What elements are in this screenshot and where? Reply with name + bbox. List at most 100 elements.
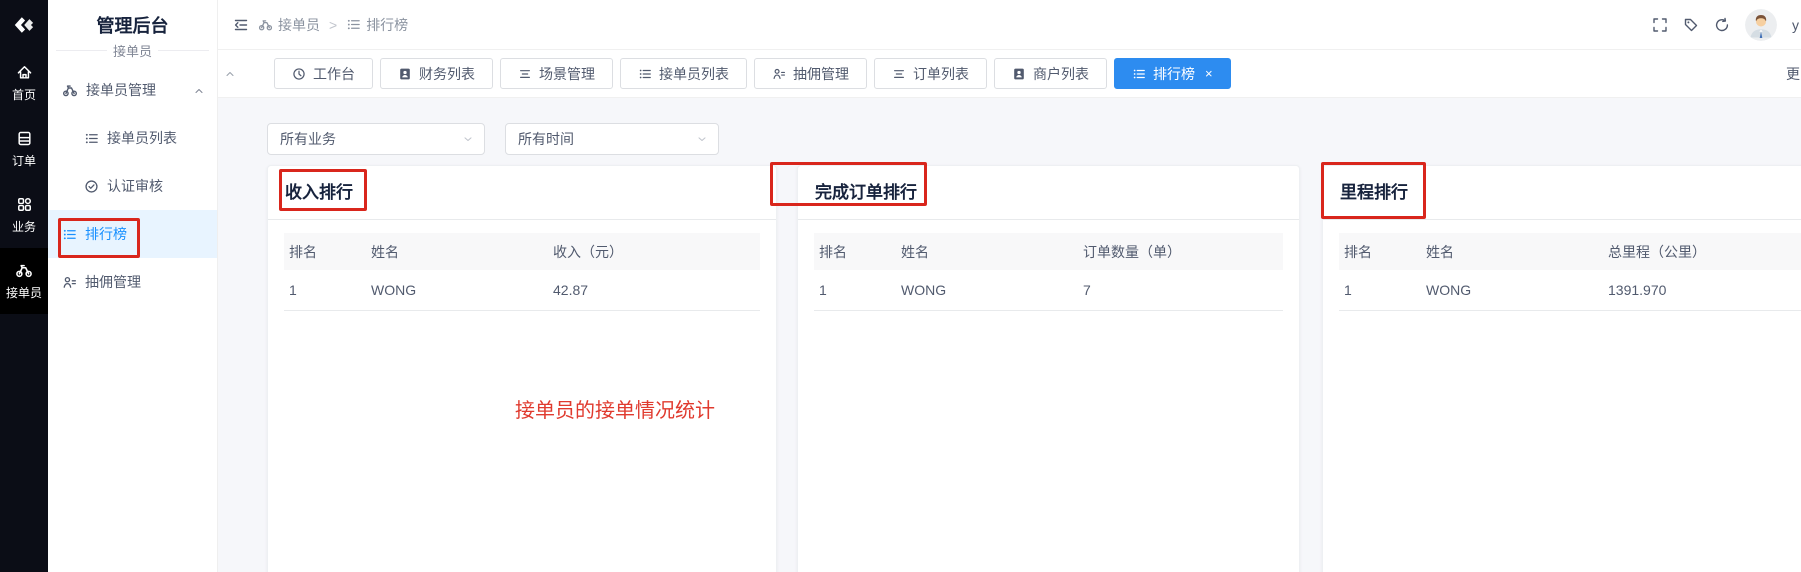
refresh-icon[interactable] bbox=[1714, 17, 1730, 33]
tab-scroll-icon[interactable] bbox=[224, 68, 236, 80]
rank-cell: 1 bbox=[284, 270, 366, 310]
business-filter-select[interactable]: 所有业务 bbox=[267, 123, 485, 155]
rail-item-label: 业务 bbox=[12, 218, 36, 235]
chevron-up-icon bbox=[193, 82, 205, 98]
sidebar-item-courier-list[interactable]: 接单员列表 bbox=[48, 114, 217, 162]
tab-finance-list[interactable]: 财务列表 bbox=[380, 58, 493, 89]
panel-title: 收入排行 bbox=[268, 166, 776, 220]
tab-commission[interactable]: 抽佣管理 bbox=[754, 58, 867, 89]
table-row[interactable]: 1 WONG 7 bbox=[814, 270, 1283, 310]
column-header: 姓名 bbox=[366, 233, 548, 270]
sidebar-item-ranking[interactable]: 排行榜 bbox=[48, 210, 217, 258]
tabs-more[interactable]: 更 bbox=[1786, 64, 1800, 84]
app-logo-icon[interactable] bbox=[0, 0, 48, 50]
person-list-icon bbox=[772, 67, 786, 81]
contact-book-icon bbox=[1012, 67, 1026, 81]
fullscreen-icon[interactable] bbox=[1652, 17, 1668, 33]
select-value: 所有业务 bbox=[280, 129, 336, 149]
rail-item-courier[interactable]: 接单员 bbox=[0, 248, 48, 314]
name-cell: WONG bbox=[896, 270, 1078, 310]
top-header: 接单员 > 排行榜 y bbox=[218, 0, 1801, 50]
tab-label: 抽佣管理 bbox=[793, 64, 849, 84]
tab-strip: 工作台 财务列表 场景管理 接单员列表 抽佣管理 订单列表 bbox=[218, 50, 1801, 98]
business-grid-icon bbox=[16, 196, 33, 213]
avatar[interactable] bbox=[1745, 9, 1777, 41]
breadcrumb-separator: > bbox=[329, 17, 337, 33]
column-header: 姓名 bbox=[896, 233, 1078, 270]
admin-dashboard: 首页 订单 业务 接单员 管理后台 接单员 接单员管理 bbox=[0, 0, 1801, 572]
list-icon bbox=[84, 131, 99, 146]
list-icon bbox=[638, 67, 652, 81]
rail-item-home[interactable]: 首页 bbox=[0, 50, 48, 116]
menu-fold-icon[interactable] bbox=[233, 17, 249, 33]
tab-scene-management[interactable]: 场景管理 bbox=[500, 58, 613, 89]
column-header: 收入（元） bbox=[548, 233, 760, 270]
sidebar-item-label: 接单员列表 bbox=[107, 128, 177, 148]
rail-item-label: 接单员 bbox=[6, 284, 42, 301]
rank-cell: 1 bbox=[1339, 270, 1421, 310]
rail-item-business[interactable]: 业务 bbox=[0, 182, 48, 248]
table-row[interactable]: 1 WONG 42.87 bbox=[284, 270, 760, 310]
rail-item-label: 订单 bbox=[12, 152, 36, 169]
sidebar-section-label: 接单员 bbox=[113, 41, 152, 60]
panel-title: 里程排行 bbox=[1323, 166, 1801, 220]
tag-icon[interactable] bbox=[1683, 17, 1699, 33]
column-header: 总里程（公里） bbox=[1603, 233, 1801, 270]
panel-title: 完成订单排行 bbox=[798, 166, 1299, 220]
column-header: 排名 bbox=[1339, 233, 1421, 270]
select-value: 所有时间 bbox=[518, 129, 574, 149]
column-header: 排名 bbox=[284, 233, 366, 270]
sidebar: 管理后台 接单员 接单员管理 接单员列表 认证审核 排行榜 bbox=[48, 0, 218, 572]
column-header: 订单数量（单） bbox=[1078, 233, 1283, 270]
tab-order-list[interactable]: 订单列表 bbox=[874, 58, 987, 89]
chevron-down-icon bbox=[462, 133, 474, 145]
tab-merchant-list[interactable]: 商户列表 bbox=[994, 58, 1107, 89]
app-title: 管理后台 bbox=[48, 0, 217, 38]
tab-label: 接单员列表 bbox=[659, 64, 729, 84]
three-lines-icon bbox=[518, 67, 532, 81]
username[interactable]: y bbox=[1792, 17, 1799, 33]
courier-bike-icon bbox=[15, 261, 33, 279]
rank-cell: 1 bbox=[814, 270, 896, 310]
time-filter-select[interactable]: 所有时间 bbox=[505, 123, 719, 155]
tab-label: 场景管理 bbox=[539, 64, 595, 84]
value-cell: 42.87 bbox=[548, 270, 760, 310]
list-icon bbox=[346, 17, 361, 32]
tab-label: 排行榜 bbox=[1153, 64, 1195, 84]
rail-item-label: 首页 bbox=[12, 86, 36, 103]
annotation-note: 接单员的接单情况统计 bbox=[515, 394, 715, 423]
sidebar-item-label: 认证审核 bbox=[107, 176, 163, 196]
divider bbox=[56, 50, 107, 51]
sidebar-item-courier-management[interactable]: 接单员管理 bbox=[48, 66, 217, 114]
home-icon bbox=[16, 64, 33, 81]
chevron-down-icon bbox=[696, 133, 708, 145]
check-circle-icon bbox=[84, 179, 99, 194]
table-row[interactable]: 1 WONG 1391.970 bbox=[1339, 270, 1801, 310]
sidebar-item-label: 抽佣管理 bbox=[85, 272, 141, 292]
table-header-row: 排名 姓名 订单数量（单） bbox=[814, 233, 1283, 270]
tab-workbench[interactable]: 工作台 bbox=[274, 58, 373, 89]
content-area: 所有业务 所有时间 收入排行 排名 姓名 收入（元） 1 WONG 42.87 bbox=[218, 98, 1801, 572]
contact-book-icon bbox=[398, 67, 412, 81]
person-list-icon bbox=[62, 275, 77, 290]
breadcrumb-label: 排行榜 bbox=[366, 15, 408, 35]
breadcrumb-label: 接单员 bbox=[278, 15, 320, 35]
order-document-icon bbox=[16, 130, 33, 147]
tab-close-icon[interactable]: × bbox=[1205, 66, 1213, 81]
column-header: 排名 bbox=[814, 233, 896, 270]
breadcrumb-item-ranking[interactable]: 排行榜 bbox=[346, 15, 408, 35]
completed-orders-ranking-panel: 完成订单排行 排名 姓名 订单数量（单） 1 WONG 7 bbox=[797, 165, 1300, 572]
value-cell: 7 bbox=[1078, 270, 1283, 310]
rail-item-orders[interactable]: 订单 bbox=[0, 116, 48, 182]
header-actions: y bbox=[1652, 9, 1801, 41]
sidebar-menu: 接单员管理 接单员列表 认证审核 排行榜 抽佣管理 bbox=[48, 66, 217, 306]
sidebar-item-commission[interactable]: 抽佣管理 bbox=[48, 258, 217, 306]
sidebar-item-audit[interactable]: 认证审核 bbox=[48, 162, 217, 210]
dashboard-clock-icon bbox=[292, 67, 306, 81]
breadcrumb-item-courier[interactable]: 接单员 bbox=[258, 15, 320, 35]
mileage-ranking-table: 排名 姓名 总里程（公里） 1 WONG 1391.970 bbox=[1339, 233, 1801, 311]
table-header-row: 排名 姓名 总里程（公里） bbox=[1339, 233, 1801, 270]
icon-rail: 首页 订单 业务 接单员 bbox=[0, 0, 48, 572]
tab-ranking[interactable]: 排行榜 × bbox=[1114, 58, 1231, 89]
tab-courier-list[interactable]: 接单员列表 bbox=[620, 58, 747, 89]
